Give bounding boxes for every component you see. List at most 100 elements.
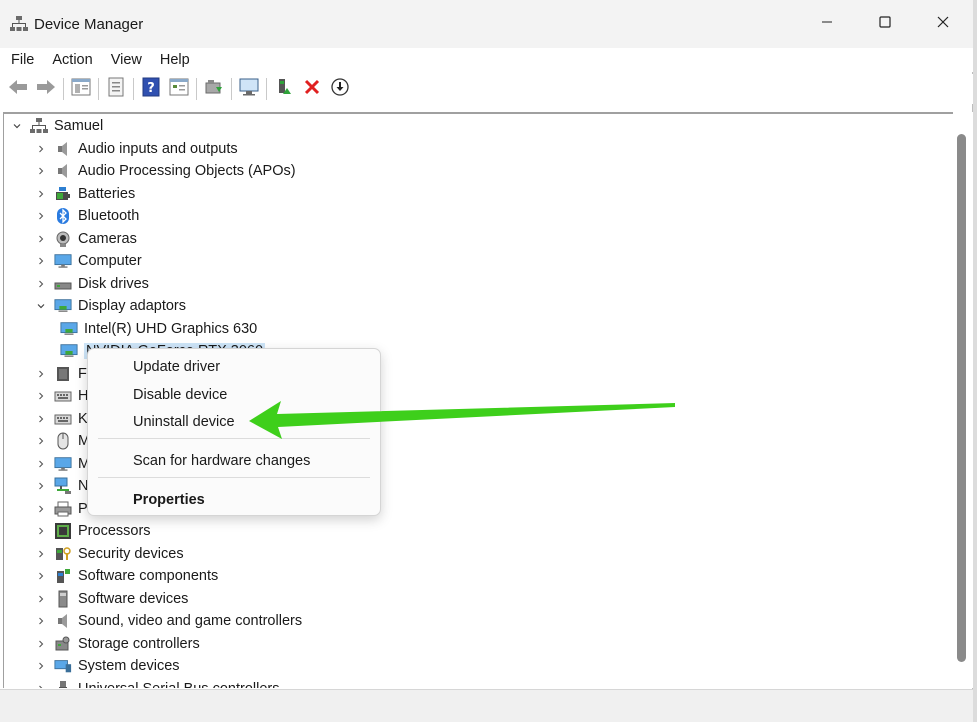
- tree-category-item[interactable]: Batteries: [36, 183, 135, 205]
- tree-root[interactable]: Samuel: [12, 115, 103, 137]
- toolbar-separator: [63, 78, 64, 100]
- forward-button[interactable]: [32, 76, 60, 102]
- tree-category-item[interactable]: Storage controllers: [36, 633, 200, 655]
- menu-separator: [98, 477, 370, 478]
- tree-category-item[interactable]: P: [36, 498, 88, 520]
- tree-category-item[interactable]: Sound, video and game controllers: [36, 610, 302, 632]
- help-button[interactable]: ?: [137, 76, 165, 102]
- chevron-right-icon[interactable]: [36, 385, 46, 407]
- minimize-button[interactable]: [798, 0, 856, 48]
- disable-device-button[interactable]: [326, 76, 354, 102]
- scan-hardware-button[interactable]: [235, 76, 263, 102]
- chevron-right-icon[interactable]: [36, 655, 46, 677]
- chevron-right-icon[interactable]: [36, 498, 46, 520]
- menu-file[interactable]: File: [2, 48, 43, 72]
- menu-help[interactable]: Help: [151, 48, 199, 72]
- menu-view[interactable]: View: [102, 48, 151, 72]
- uninstall-button[interactable]: [298, 76, 326, 102]
- tree-category-item[interactable]: H: [36, 385, 88, 407]
- tree-category-item[interactable]: Universal Serial Bus controllers: [36, 678, 279, 688]
- menu-action[interactable]: Action: [43, 48, 101, 72]
- tree-category-item[interactable]: Audio Processing Objects (APOs): [36, 160, 296, 182]
- battery-icon: [54, 185, 72, 203]
- vertical-scrollbar[interactable]: [953, 112, 973, 688]
- view-button[interactable]: [165, 76, 193, 102]
- chevron-right-icon[interactable]: [36, 430, 46, 452]
- scrollbar-thumb[interactable]: [957, 134, 966, 662]
- chevron-right-icon[interactable]: [36, 633, 46, 655]
- view-icon: [169, 78, 189, 100]
- tree-category-item[interactable]: Computer: [36, 250, 142, 272]
- chevron-right-icon[interactable]: [36, 610, 46, 632]
- menu-item-update-driver[interactable]: Update driver: [133, 359, 220, 375]
- chevron-right-icon[interactable]: [36, 408, 46, 430]
- tree-root-label: Samuel: [54, 118, 104, 134]
- tree-category-item[interactable]: Display adaptors: [36, 295, 186, 317]
- tree-category-item[interactable]: Audio inputs and outputs: [36, 138, 238, 160]
- tree-device-item[interactable]: Intel(R) UHD Graphics 630: [60, 318, 257, 340]
- chevron-right-icon[interactable]: [36, 678, 46, 688]
- tree-item-label: Software devices: [78, 590, 189, 607]
- tree-category-item[interactable]: Disk drives: [36, 273, 149, 295]
- chevron-right-icon[interactable]: [36, 520, 46, 542]
- tree-item-label: Bluetooth: [78, 208, 140, 224]
- display-adapter-icon: [60, 342, 78, 360]
- tree-category-item[interactable]: Software devices: [36, 588, 188, 610]
- chevron-right-icon[interactable]: [36, 475, 46, 497]
- chevron-right-icon[interactable]: [36, 543, 46, 565]
- tree-item-label: F: [78, 365, 87, 382]
- menu-item-scan-hardware[interactable]: Scan for hardware changes: [133, 453, 310, 469]
- menu-item-uninstall-device[interactable]: Uninstall device: [133, 414, 235, 430]
- tree-category-item[interactable]: Software components: [36, 565, 218, 587]
- chevron-right-icon[interactable]: [36, 205, 46, 227]
- network-icon: [54, 477, 72, 495]
- tree-category-item[interactable]: N: [36, 475, 88, 497]
- chevron-right-icon[interactable]: [36, 183, 46, 205]
- speaker-icon: [54, 162, 72, 180]
- chevron-right-icon[interactable]: [36, 363, 46, 385]
- menu-item-disable-device[interactable]: Disable device: [133, 387, 227, 403]
- chevron-right-icon[interactable]: [36, 138, 46, 160]
- menu-item-properties[interactable]: Properties: [133, 492, 205, 508]
- close-icon: [937, 16, 949, 32]
- show-hide-tree-button[interactable]: [67, 76, 95, 102]
- storage-icon: [54, 635, 72, 653]
- tree-item-label: Audio Processing Objects (APOs): [78, 163, 296, 179]
- scan-hardware-icon: [238, 77, 260, 101]
- tree-category-item[interactable]: M: [36, 430, 90, 452]
- tree-category-item[interactable]: M: [36, 453, 90, 475]
- close-button[interactable]: [914, 0, 972, 48]
- context-menu: Update driver Disable device Uninstall d…: [87, 348, 381, 516]
- camera-icon: [54, 230, 72, 248]
- properties-button[interactable]: [102, 76, 130, 102]
- maximize-button[interactable]: [856, 0, 914, 48]
- tree-category-item[interactable]: Security devices: [36, 543, 184, 565]
- usb-icon: [54, 680, 72, 688]
- chevron-down-icon[interactable]: [12, 115, 22, 137]
- tree-category-item[interactable]: System devices: [36, 655, 180, 677]
- tree-category-item[interactable]: K: [36, 408, 88, 430]
- tree-category-item[interactable]: Cameras: [36, 228, 137, 250]
- chevron-right-icon[interactable]: [36, 588, 46, 610]
- chevron-right-icon[interactable]: [36, 160, 46, 182]
- toolbar-separator: [266, 78, 267, 100]
- chevron-right-icon[interactable]: [36, 565, 46, 587]
- update-driver-button[interactable]: [200, 76, 228, 102]
- toolbar: ?: [0, 74, 973, 104]
- uninstall-icon: [304, 79, 320, 99]
- menu-separator: [98, 438, 370, 439]
- chevron-down-icon[interactable]: [36, 295, 46, 317]
- chevron-right-icon[interactable]: [36, 228, 46, 250]
- speaker-icon: [54, 612, 72, 630]
- chevron-right-icon[interactable]: [36, 453, 46, 475]
- tree-category-item[interactable]: Processors: [36, 520, 151, 542]
- tree-category-item[interactable]: Bluetooth: [36, 205, 139, 227]
- title-bar: Device Manager: [0, 0, 973, 48]
- chevron-right-icon[interactable]: [36, 250, 46, 272]
- processor-icon: [54, 522, 72, 540]
- back-icon: [8, 79, 28, 99]
- chevron-right-icon[interactable]: [36, 273, 46, 295]
- enable-device-button[interactable]: [270, 76, 298, 102]
- tree-category-item[interactable]: F: [36, 363, 87, 385]
- back-button[interactable]: [4, 76, 32, 102]
